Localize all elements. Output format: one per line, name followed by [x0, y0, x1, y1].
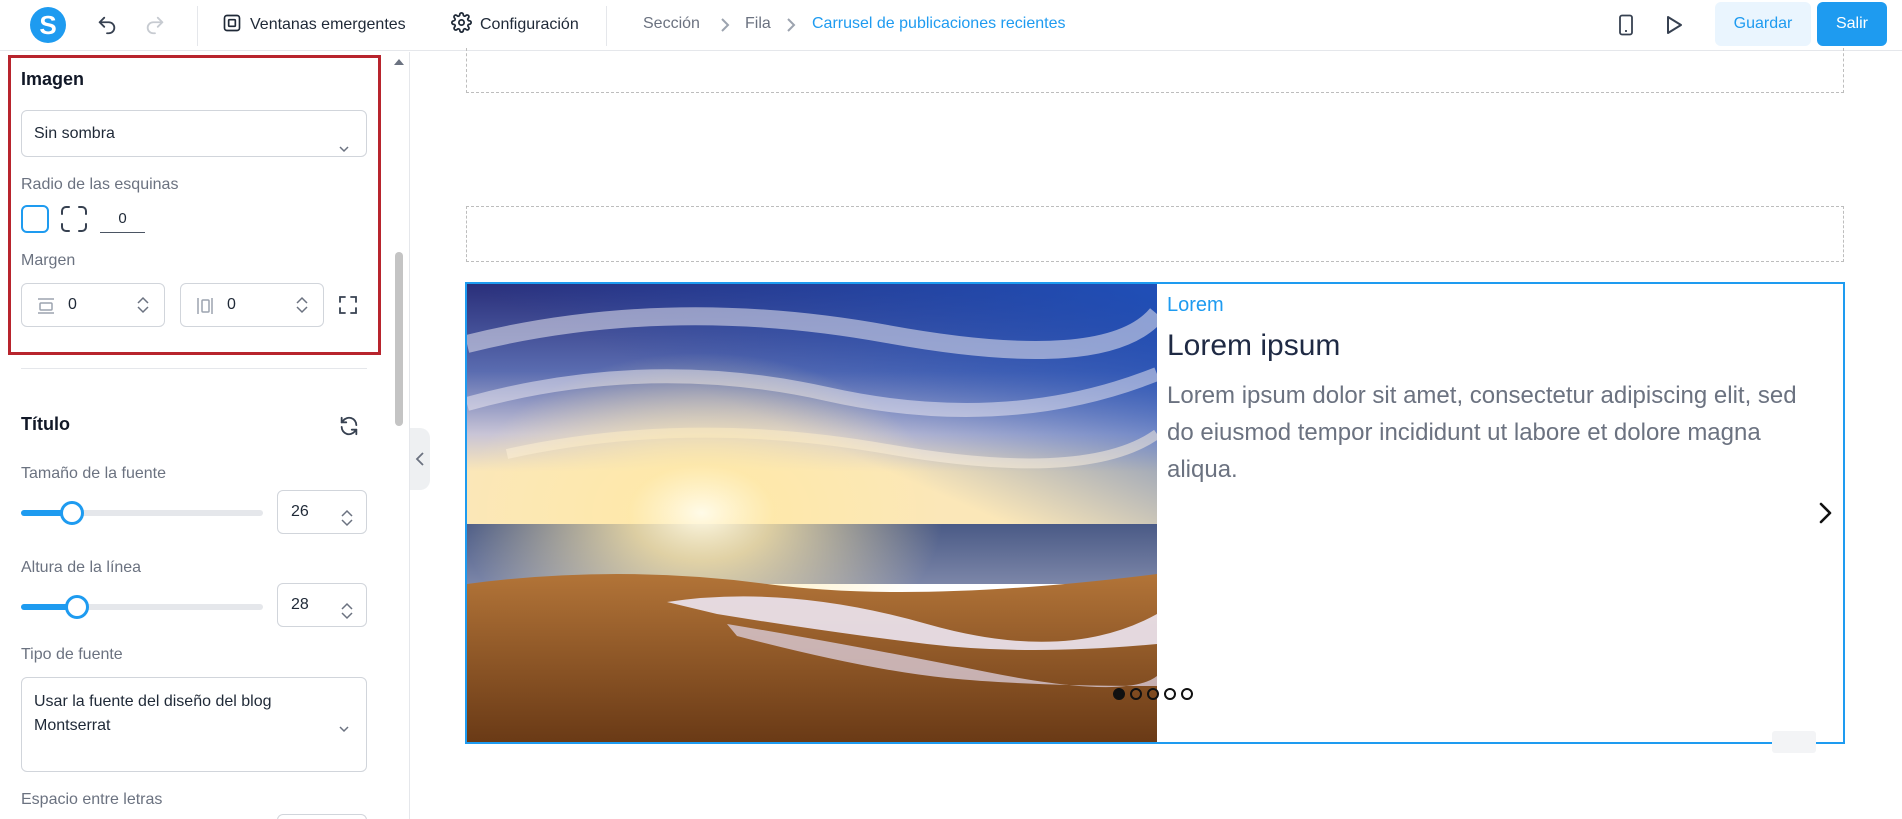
play-preview-icon[interactable] — [1662, 13, 1686, 37]
font-size-slider[interactable] — [21, 501, 263, 525]
title-section-title: Título — [21, 414, 70, 434]
toolbar-divider — [197, 6, 198, 46]
image-section-title: Imagen — [21, 69, 85, 89]
line-height-slider[interactable] — [21, 595, 263, 619]
corner-radius-individual-icon[interactable] — [60, 205, 88, 233]
line-height-input[interactable]: 28 — [277, 583, 367, 627]
carousel-dot[interactable] — [1113, 688, 1125, 700]
panel-scrollbar[interactable] — [393, 52, 405, 819]
stepper-arrows-icon[interactable] — [295, 295, 309, 320]
carousel-dot[interactable] — [1181, 688, 1193, 700]
shadow-select-value: Sin sombra — [34, 125, 115, 142]
save-button[interactable]: Guardar — [1715, 2, 1811, 46]
scroll-up-arrow-icon — [394, 59, 404, 65]
carousel-dot[interactable] — [1164, 688, 1176, 700]
mobile-preview-icon[interactable] — [1614, 13, 1638, 37]
font-size-input[interactable]: 26 — [277, 490, 367, 534]
letter-spacing-input[interactable] — [277, 814, 367, 819]
panel-scroll-thumb[interactable] — [395, 252, 403, 426]
letter-spacing-label: Espacio entre letras — [21, 791, 163, 808]
font-size-slider-thumb[interactable] — [60, 501, 85, 525]
font-type-select[interactable]: Usar la fuente del diseño del blog Monts… — [21, 677, 367, 772]
font-type-value-line2: Montserrat — [34, 717, 111, 734]
empty-block-placeholder[interactable] — [466, 206, 1844, 262]
font-size-value: 26 — [291, 503, 309, 520]
margin-horizontal-value: 0 — [227, 296, 236, 313]
corner-radius-label: Radio de las esquinas — [21, 176, 179, 193]
app-logo[interactable]: S — [30, 7, 66, 43]
undo-icon[interactable] — [95, 13, 119, 37]
breadcrumb-current[interactable]: Carrusel de publicaciones recientes — [812, 15, 1065, 33]
redo-icon[interactable] — [143, 13, 167, 37]
stepper-arrows-icon[interactable] — [340, 596, 354, 620]
line-height-value: 28 — [291, 596, 309, 613]
breadcrumb-row[interactable]: Fila — [745, 15, 771, 33]
line-height-label: Altura de la línea — [21, 559, 142, 576]
post-image[interactable] — [467, 284, 1157, 742]
carousel-dot[interactable] — [1147, 688, 1159, 700]
settings-panel: Imagen Sin sombra Radio de las esquinas … — [0, 52, 410, 819]
breadcrumb-section[interactable]: Sección — [643, 15, 700, 33]
font-type-value-line1: Usar la fuente del diseño del blog — [34, 693, 272, 710]
expand-margins-icon[interactable] — [338, 295, 358, 320]
reset-icon[interactable] — [338, 415, 360, 442]
breadcrumb-chevron-icon — [718, 15, 732, 35]
empty-block-placeholder[interactable] — [466, 48, 1844, 93]
settings-label: Configuración — [480, 16, 579, 33]
gear-icon — [451, 12, 472, 38]
section-divider — [21, 368, 367, 369]
recent-posts-carousel[interactable]: Lorem Lorem ipsum Lorem ipsum dolor sit … — [465, 282, 1845, 744]
popup-window-icon — [222, 13, 242, 38]
breadcrumb-chevron-icon — [784, 15, 798, 35]
carousel-next-icon[interactable] — [1813, 499, 1837, 527]
chevron-left-icon — [415, 452, 424, 466]
chevron-down-icon — [338, 719, 350, 732]
stepper-arrows-icon[interactable] — [136, 295, 150, 320]
toolbar-divider — [606, 6, 607, 46]
carousel-dot[interactable] — [1130, 688, 1142, 700]
ghost-placeholder — [1772, 731, 1816, 753]
margin-vertical-icon — [36, 296, 56, 321]
margin-horizontal-input[interactable]: 0 — [180, 283, 324, 327]
margin-vertical-value: 0 — [68, 296, 77, 313]
corner-radius-input[interactable]: 0 — [100, 207, 145, 233]
margin-label: Margen — [21, 252, 76, 269]
margin-horizontal-icon — [195, 296, 215, 321]
shadow-select[interactable]: Sin sombra — [21, 110, 367, 157]
post-title[interactable]: Lorem ipsum — [1167, 329, 1340, 363]
font-size-label: Tamaño de la fuente — [21, 465, 166, 482]
font-type-label: Tipo de fuente — [21, 646, 123, 663]
exit-button[interactable]: Salir — [1817, 2, 1887, 46]
carousel-pagination — [1113, 688, 1193, 700]
popups-button[interactable]: Ventanas emergentes — [222, 13, 406, 37]
post-category[interactable]: Lorem — [1167, 294, 1224, 317]
corner-radius-all-icon[interactable] — [21, 205, 49, 233]
post-description: Lorem ipsum dolor sit amet, consectetur … — [1167, 382, 1797, 483]
chevron-down-icon — [338, 128, 350, 152]
line-height-slider-thumb[interactable] — [64, 595, 89, 619]
margin-vertical-input[interactable]: 0 — [21, 283, 165, 327]
settings-button[interactable]: Configuración — [451, 12, 579, 38]
popups-label: Ventanas emergentes — [250, 16, 406, 33]
top-bar: S Ventanas emergentes Configuración Secc… — [0, 0, 1902, 51]
stepper-arrows-icon[interactable] — [340, 503, 354, 527]
collapse-panel-button[interactable] — [410, 428, 430, 490]
